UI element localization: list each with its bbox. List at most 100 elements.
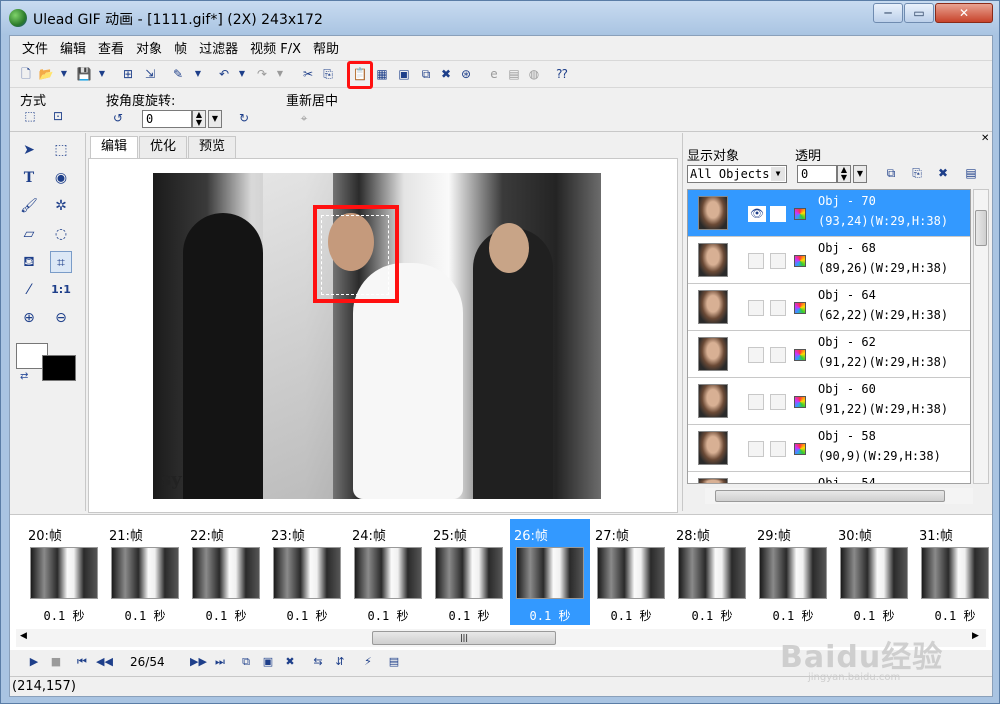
object-row[interactable]: Obj - 64 (62,22)(W:29,H:38): [688, 284, 970, 331]
panel-close-icon[interactable]: ✕: [981, 133, 989, 144]
frame-item[interactable]: 20:帧 0.1 秒: [24, 519, 104, 625]
frame-item[interactable]: 25:帧 0.1 秒: [429, 519, 509, 625]
maximize-button[interactable]: ▭: [904, 3, 934, 23]
tab-preview[interactable]: 预览: [188, 136, 237, 158]
frame-item[interactable]: 23:帧 0.1 秒: [267, 519, 347, 625]
menu-file[interactable]: 文件: [16, 38, 54, 57]
open-file-icon[interactable]: 📂: [38, 66, 54, 82]
lock-checkbox[interactable]: [770, 394, 786, 410]
undo-icon[interactable]: ↶: [216, 66, 232, 82]
frame-delay[interactable]: 0.1 秒: [24, 607, 104, 624]
frame-item[interactable]: 29:帧 0.1 秒: [753, 519, 833, 625]
frame-item[interactable]: 21:帧 0.1 秒: [105, 519, 185, 625]
zoom-in-tool-icon[interactable]: ⊕: [18, 307, 40, 329]
object-list[interactable]: 👁 Obj - 70 (93,24)(W:29,H:38) Obj - 68 (…: [687, 189, 971, 484]
transparent-spinner[interactable]: ▲ ▼: [837, 165, 851, 183]
save-icon[interactable]: 💾: [76, 66, 92, 82]
transparent-dropdown[interactable]: ▼: [853, 165, 867, 183]
frame-delay[interactable]: 0.1 秒: [834, 607, 914, 624]
edit-dropdown-icon[interactable]: ▼: [190, 66, 206, 82]
visibility-checkbox[interactable]: [748, 394, 764, 410]
duplicate-frame-icon[interactable]: ▣: [396, 66, 412, 82]
lock-checkbox[interactable]: [770, 206, 786, 222]
last-frame-icon[interactable]: ⏭: [212, 654, 228, 670]
visibility-checkbox[interactable]: [748, 300, 764, 316]
play-icon[interactable]: ▶: [26, 654, 42, 670]
object-row[interactable]: Obj - 58 (90,9)(W:29,H:38): [688, 425, 970, 472]
menu-filter[interactable]: 过滤器: [193, 38, 244, 57]
frame-delay[interactable]: 0.1 秒: [267, 607, 347, 624]
text-tool-icon[interactable]: T: [18, 167, 40, 189]
frame-delay[interactable]: 0.1 秒: [915, 607, 991, 624]
split-icon[interactable]: ⚡: [360, 654, 376, 670]
first-frame-icon[interactable]: ⏮: [74, 654, 90, 670]
background-color-swatch[interactable]: [42, 355, 76, 381]
frame-item[interactable]: 27:帧 0.1 秒: [591, 519, 671, 625]
rotate-angle-input[interactable]: 0: [142, 110, 192, 128]
delete-frame-icon[interactable]: ✖: [282, 654, 298, 670]
frame-item[interactable]: 30:帧 0.1 秒: [834, 519, 914, 625]
show-objects-select[interactable]: All Objects ▼: [687, 165, 787, 183]
visibility-checkbox[interactable]: [748, 347, 764, 363]
menu-video-fx[interactable]: 视频 F/X: [244, 38, 307, 57]
object-row[interactable]: 👁 Obj - 70 (93,24)(W:29,H:38): [688, 190, 970, 237]
menu-object[interactable]: 对象: [130, 38, 168, 57]
object-row[interactable]: Obj - 62 (91,22)(W:29,H:38): [688, 331, 970, 378]
copy-icon[interactable]: ⎘: [320, 66, 336, 82]
frame-delay[interactable]: 0.1 秒: [591, 607, 671, 624]
previous-frame-icon[interactable]: ◀◀: [96, 654, 113, 670]
rotate-spinner[interactable]: ▲ ▼: [192, 110, 206, 128]
edit-image-icon[interactable]: ✎: [170, 66, 186, 82]
object-list-hscrollbar[interactable]: [705, 488, 973, 504]
crop-tool-icon[interactable]: ⌗: [50, 251, 72, 273]
canvas-area[interactable]: sy: [88, 158, 678, 513]
rotate-left-icon[interactable]: ↺: [110, 110, 126, 126]
eye-icon[interactable]: 👁: [748, 206, 766, 222]
open-dropdown-icon[interactable]: ▼: [56, 66, 72, 82]
scroll-right-icon[interactable]: ▶: [972, 631, 979, 641]
eyedropper-tool-icon[interactable]: ⁄: [18, 279, 40, 301]
visibility-checkbox[interactable]: [748, 253, 764, 269]
pointer-tool-icon[interactable]: ➤: [18, 139, 40, 161]
export-icon[interactable]: ⇲: [142, 66, 158, 82]
lasso-tool-icon[interactable]: ✲: [50, 195, 72, 217]
object-list-scrollbar[interactable]: [973, 189, 989, 484]
duplicate-object-icon[interactable]: ⎘: [909, 165, 925, 181]
add-frame-icon[interactable]: ▦: [374, 66, 390, 82]
effects-icon[interactable]: ◍: [526, 66, 542, 82]
frame-delay[interactable]: 0.1 秒: [348, 607, 428, 624]
delete-object-panel-icon[interactable]: ✖: [935, 165, 951, 181]
visibility-checkbox[interactable]: [748, 441, 764, 457]
actual-size-tool-icon[interactable]: 1:1: [50, 279, 72, 301]
rotate-right-icon[interactable]: ↻: [236, 110, 252, 126]
next-frame-icon[interactable]: ▶▶: [190, 654, 207, 670]
browser-preview-icon[interactable]: e: [486, 66, 502, 82]
frame-properties-icon[interactable]: ▤: [386, 654, 402, 670]
frame-item[interactable]: 31:帧 0.1 秒: [915, 519, 991, 625]
rotate-dropdown[interactable]: ▼: [208, 110, 222, 128]
scroll-left-icon[interactable]: ◀: [20, 631, 27, 641]
new-file-icon[interactable]: 🗋: [18, 66, 34, 82]
object-row[interactable]: Obj - 60 (91,22)(W:29,H:38): [688, 378, 970, 425]
frame-item[interactable]: 22:帧 0.1 秒: [186, 519, 266, 625]
frame-delay[interactable]: 0.1 秒: [429, 607, 509, 624]
delete-object-icon[interactable]: ✖: [438, 66, 454, 82]
paste-icon[interactable]: 📋: [352, 66, 368, 82]
chevron-down-icon[interactable]: ▼: [771, 167, 785, 181]
redo-icon[interactable]: ↷: [254, 66, 270, 82]
mode-a-icon[interactable]: ⬚: [22, 108, 38, 124]
stop-icon[interactable]: ■: [48, 654, 64, 670]
add-images-icon[interactable]: ⊞: [120, 66, 136, 82]
reverse-frames-icon[interactable]: ⇆: [310, 654, 326, 670]
tween-frames-icon[interactable]: ⇵: [332, 654, 348, 670]
tab-edit[interactable]: 编辑: [90, 136, 139, 159]
menu-frame[interactable]: 帧: [168, 38, 193, 57]
tab-optimize[interactable]: 优化: [139, 136, 188, 158]
object-list-hscroll-thumb[interactable]: [715, 490, 945, 502]
frame-item[interactable]: 24:帧 0.1 秒: [348, 519, 428, 625]
frame-delay[interactable]: 0.1 秒: [105, 607, 185, 624]
frame-strip-scroll-thumb[interactable]: |||: [372, 631, 556, 645]
freehand-select-tool-icon[interactable]: ◌: [50, 223, 72, 245]
lock-checkbox[interactable]: [770, 300, 786, 316]
object-row-partial[interactable]: Obj - 54: [688, 472, 970, 483]
